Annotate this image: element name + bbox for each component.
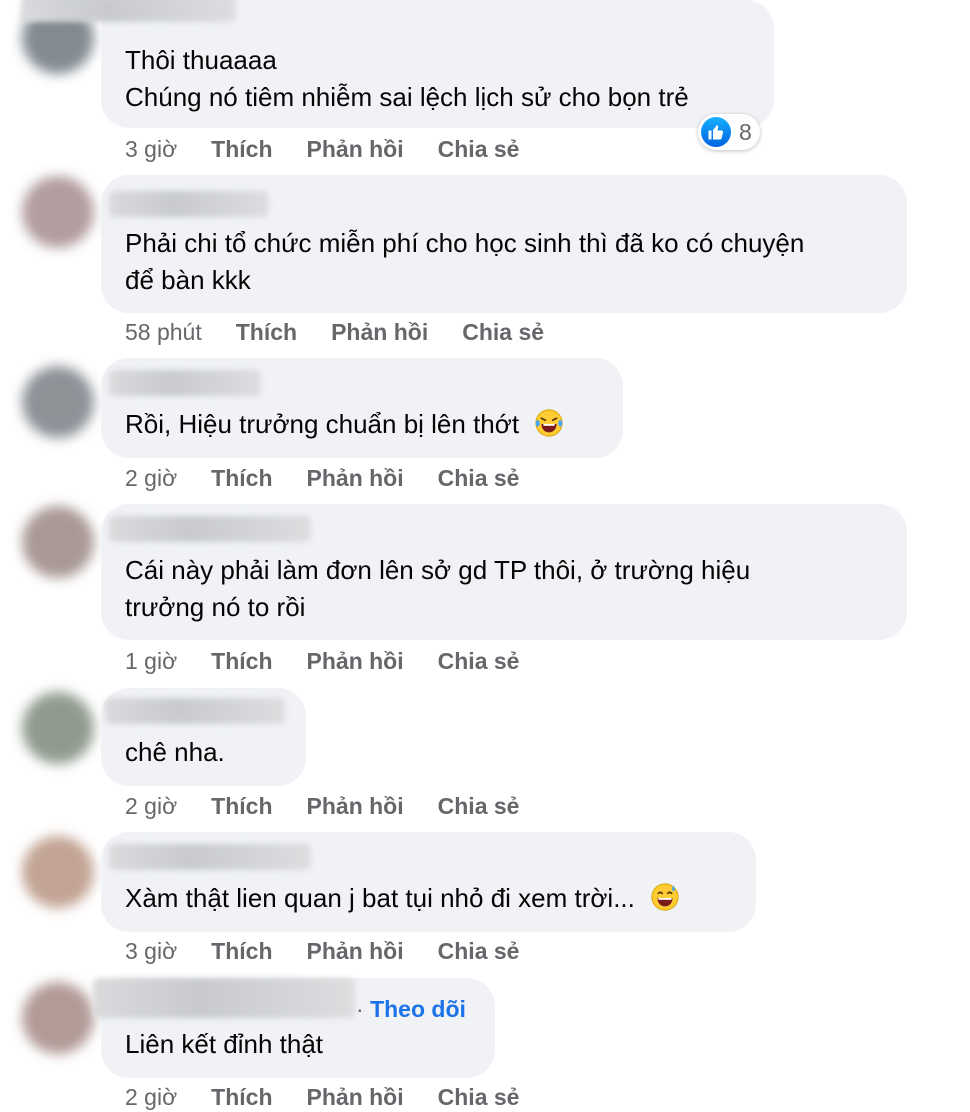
comment-text-content: Xàm thật lien quan j bat tụi nhỏ đi xem … (125, 883, 635, 913)
like-button[interactable]: Thích (211, 136, 272, 163)
comment-text: Rồi, Hiệu trưởng chuẩn bị lên thớt (125, 406, 564, 443)
commenter-name-redacted[interactable] (21, 0, 236, 22)
like-button[interactable]: Thích (236, 319, 297, 346)
comment-time[interactable]: 2 giờ (125, 1084, 177, 1111)
comment-text: Thôi thuaaaa (125, 45, 277, 75)
comment-actions: 3 giờ Thích Phản hồi Chia sẻ (125, 938, 553, 965)
commenter-avatar[interactable] (22, 366, 94, 438)
share-button[interactable]: Chia sẻ (438, 465, 520, 492)
follow-label[interactable]: Theo dõi (370, 996, 466, 1022)
comment-actions: 2 giờ Thích Phản hồi Chia sẻ (125, 465, 553, 492)
comment-time[interactable]: 2 giờ (125, 793, 177, 820)
share-button[interactable]: Chia sẻ (438, 938, 520, 965)
follow-button[interactable]: · Theo dõi (356, 996, 466, 1023)
comment-actions: 3 giờ Thích Phản hồi Chia sẻ (125, 136, 553, 163)
commenter-name-redacted[interactable] (109, 844, 311, 870)
reply-button[interactable]: Phản hồi (307, 1084, 404, 1111)
comment-actions: 1 giờ Thích Phản hồi Chia sẻ (125, 648, 553, 675)
comment-time[interactable]: 3 giờ (125, 938, 177, 965)
comment-actions: 2 giờ Thích Phản hồi Chia sẻ (125, 1084, 553, 1111)
share-button[interactable]: Chia sẻ (438, 648, 520, 675)
comment-bubble: Thôi thuaaaa Chúng nó tiêm nhiễm sai lệc… (21, 0, 774, 128)
reply-button[interactable]: Phản hồi (307, 136, 404, 163)
comment-actions: 2 giờ Thích Phản hồi Chia sẻ (125, 793, 553, 820)
commenter-avatar[interactable] (22, 836, 94, 908)
comment-time[interactable]: 58 phút (125, 319, 202, 346)
comment-bubble: Liên kết đỉnh thật (93, 978, 495, 1078)
comment-text: để bàn kkk (125, 265, 251, 295)
share-button[interactable]: Chia sẻ (462, 319, 544, 346)
share-button[interactable]: Chia sẻ (438, 1084, 520, 1111)
like-button[interactable]: Thích (211, 1084, 272, 1111)
like-button[interactable]: Thích (211, 648, 272, 675)
comment-bubble: Rồi, Hiệu trưởng chuẩn bị lên thớt (101, 358, 623, 458)
commenter-name-redacted[interactable] (109, 370, 261, 396)
commenter-avatar[interactable] (22, 506, 94, 578)
reply-button[interactable]: Phản hồi (307, 938, 404, 965)
share-button[interactable]: Chia sẻ (438, 793, 520, 820)
comment-bubble: chê nha. (101, 688, 306, 786)
commenter-name-redacted[interactable] (105, 698, 285, 724)
commenter-name-redacted[interactable] (109, 191, 269, 217)
like-button[interactable]: Thích (211, 793, 272, 820)
reply-button[interactable]: Phản hồi (307, 793, 404, 820)
comment-text: Chúng nó tiêm nhiễm sai lệch lịch sử cho… (125, 82, 689, 112)
comment-actions: 58 phút Thích Phản hồi Chia sẻ (125, 319, 578, 346)
follow-separator: · (356, 996, 371, 1022)
comment-time[interactable]: 3 giờ (125, 136, 177, 163)
like-button[interactable]: Thích (211, 465, 272, 492)
thumbs-up-icon (701, 117, 731, 147)
like-button[interactable]: Thích (211, 938, 272, 965)
commenter-avatar[interactable] (22, 692, 94, 764)
grinning-sweat-emoji-icon (651, 883, 679, 911)
reply-button[interactable]: Phản hồi (307, 648, 404, 675)
comment-text: Phải chi tổ chức miễn phí cho học sinh t… (125, 228, 805, 258)
comment-text: chê nha. (125, 737, 225, 767)
reply-button[interactable]: Phản hồi (307, 465, 404, 492)
reaction-count: 8 (739, 118, 752, 145)
commenter-avatar[interactable] (22, 982, 94, 1054)
comment-text: Cái này phải làm đơn lên sở gd TP thôi, … (125, 555, 751, 585)
commenter-name-redacted[interactable] (109, 516, 311, 542)
comment-text: trưởng nó to rồi (125, 592, 306, 622)
comment-bubble: Cái này phải làm đơn lên sở gd TP thôi, … (101, 504, 907, 640)
laughing-tears-emoji-icon (535, 409, 563, 437)
comment-text: Liên kết đỉnh thật (125, 1029, 324, 1059)
commenter-name-redacted[interactable] (93, 978, 355, 1018)
commenter-avatar[interactable] (22, 176, 94, 248)
reaction-summary[interactable]: 8 (698, 114, 760, 150)
comment-bubble: Xàm thật lien quan j bat tụi nhỏ đi xem … (101, 832, 756, 932)
comment-text: Xàm thật lien quan j bat tụi nhỏ đi xem … (125, 880, 680, 917)
comment-time[interactable]: 1 giờ (125, 648, 177, 675)
comment-text-content: Rồi, Hiệu trưởng chuẩn bị lên thớt (125, 409, 520, 439)
share-button[interactable]: Chia sẻ (438, 136, 520, 163)
comment-time[interactable]: 2 giờ (125, 465, 177, 492)
reply-button[interactable]: Phản hồi (331, 319, 428, 346)
comment-bubble: Phải chi tổ chức miễn phí cho học sinh t… (101, 175, 907, 313)
